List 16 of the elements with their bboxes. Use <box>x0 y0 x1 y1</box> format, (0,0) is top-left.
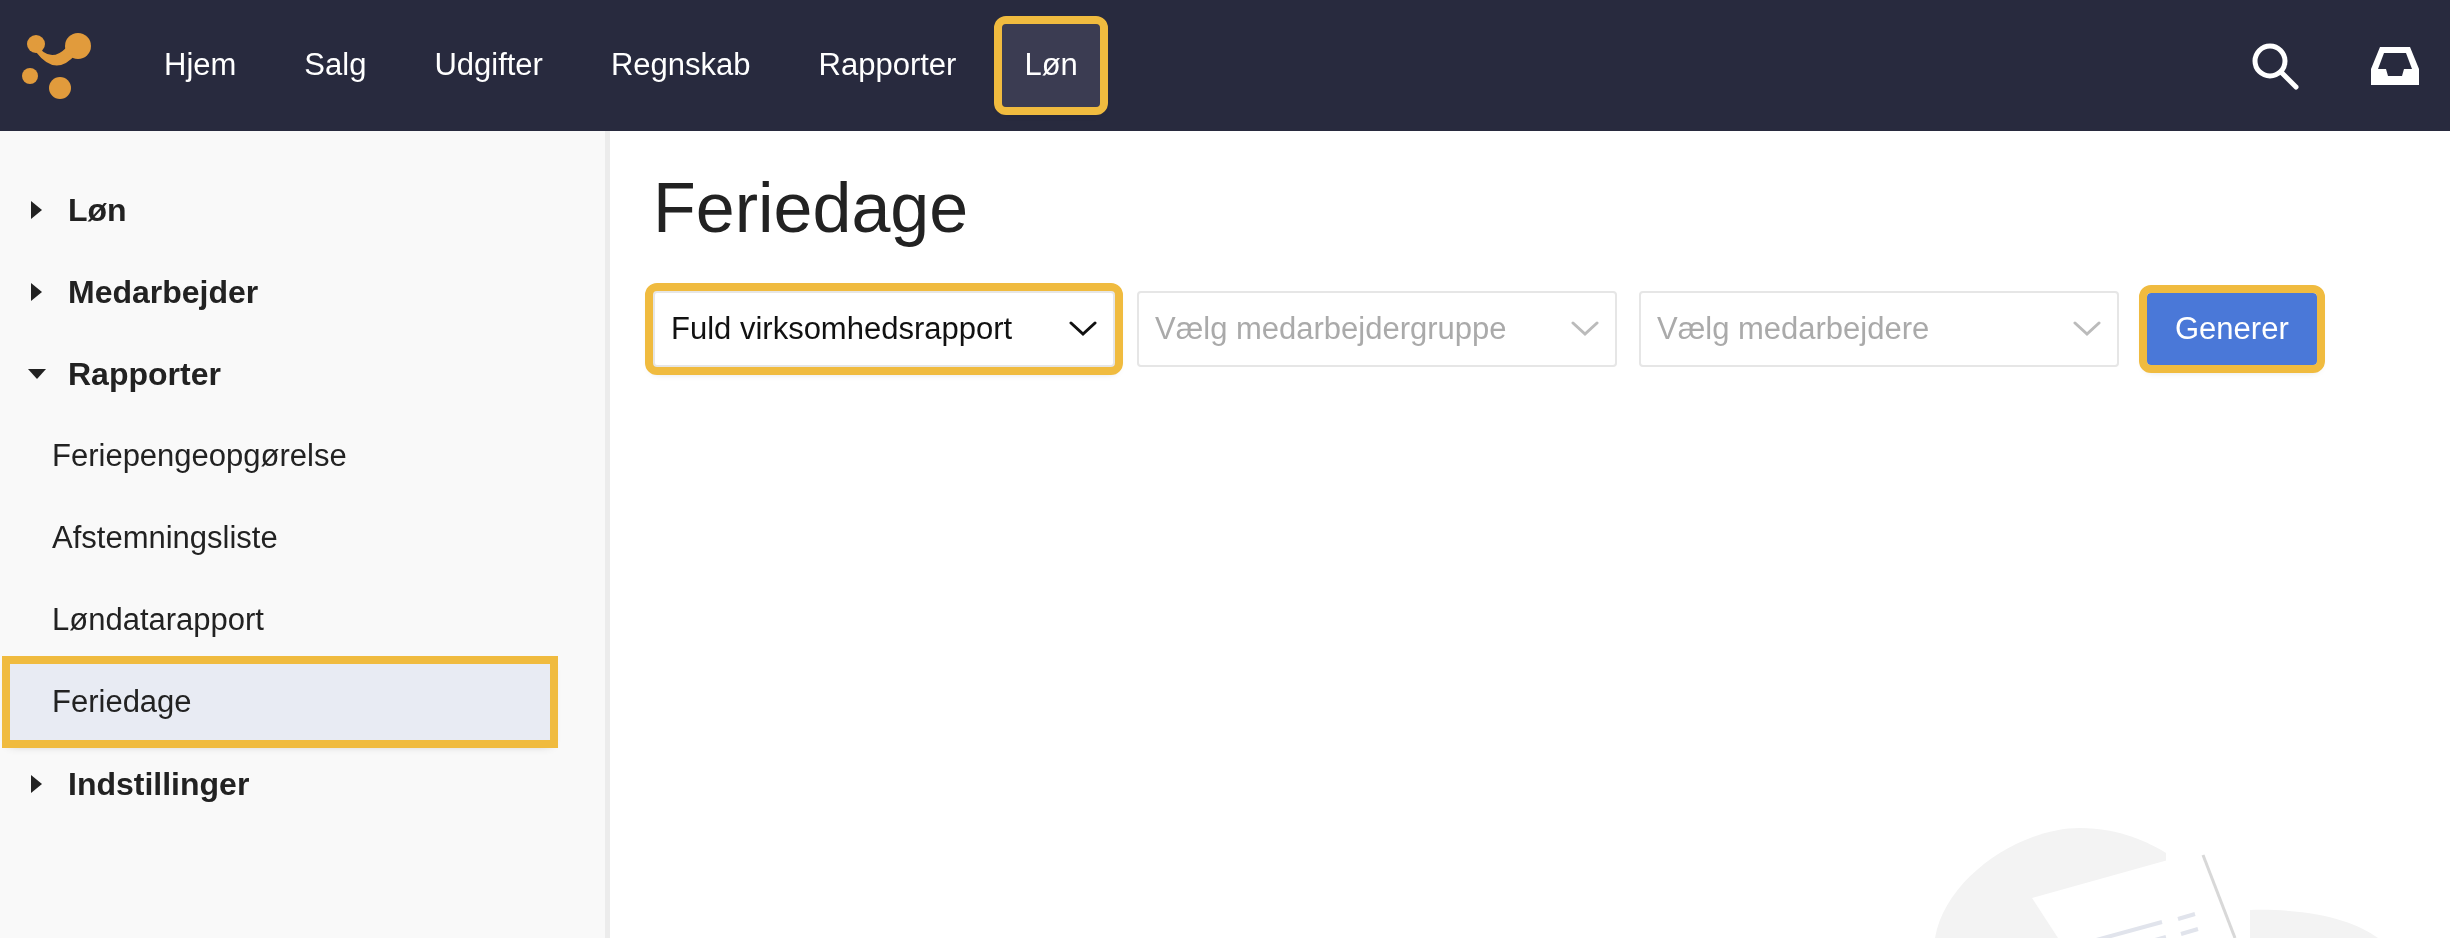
sidebar-item[interactable]: Løndatarapport <box>10 582 550 658</box>
nav-tab[interactable]: Rapporter <box>796 24 979 107</box>
nav-tab[interactable]: Salg <box>282 24 389 107</box>
sidebar-section[interactable]: Løn <box>0 169 605 251</box>
sidebar-section[interactable]: Indstillinger <box>0 743 605 825</box>
chevron-down-icon <box>2073 321 2101 337</box>
nav-tab[interactable]: Udgifter <box>412 24 565 107</box>
sidebar-item[interactable]: Feriepengeopgørelse <box>10 418 550 494</box>
chevron-down-icon <box>1571 321 1599 337</box>
nav-tab[interactable]: Regnskab <box>588 24 773 107</box>
sidebar-section[interactable]: Rapporter <box>0 333 605 415</box>
sidebar-item[interactable]: Afstemningsliste <box>10 500 550 576</box>
inbox-icon[interactable] <box>2370 44 2420 87</box>
sidebar-section[interactable]: Medarbejder <box>0 251 605 333</box>
nav-tab[interactable]: Hjem <box>142 24 259 107</box>
chevron-down-icon <box>1069 321 1097 337</box>
